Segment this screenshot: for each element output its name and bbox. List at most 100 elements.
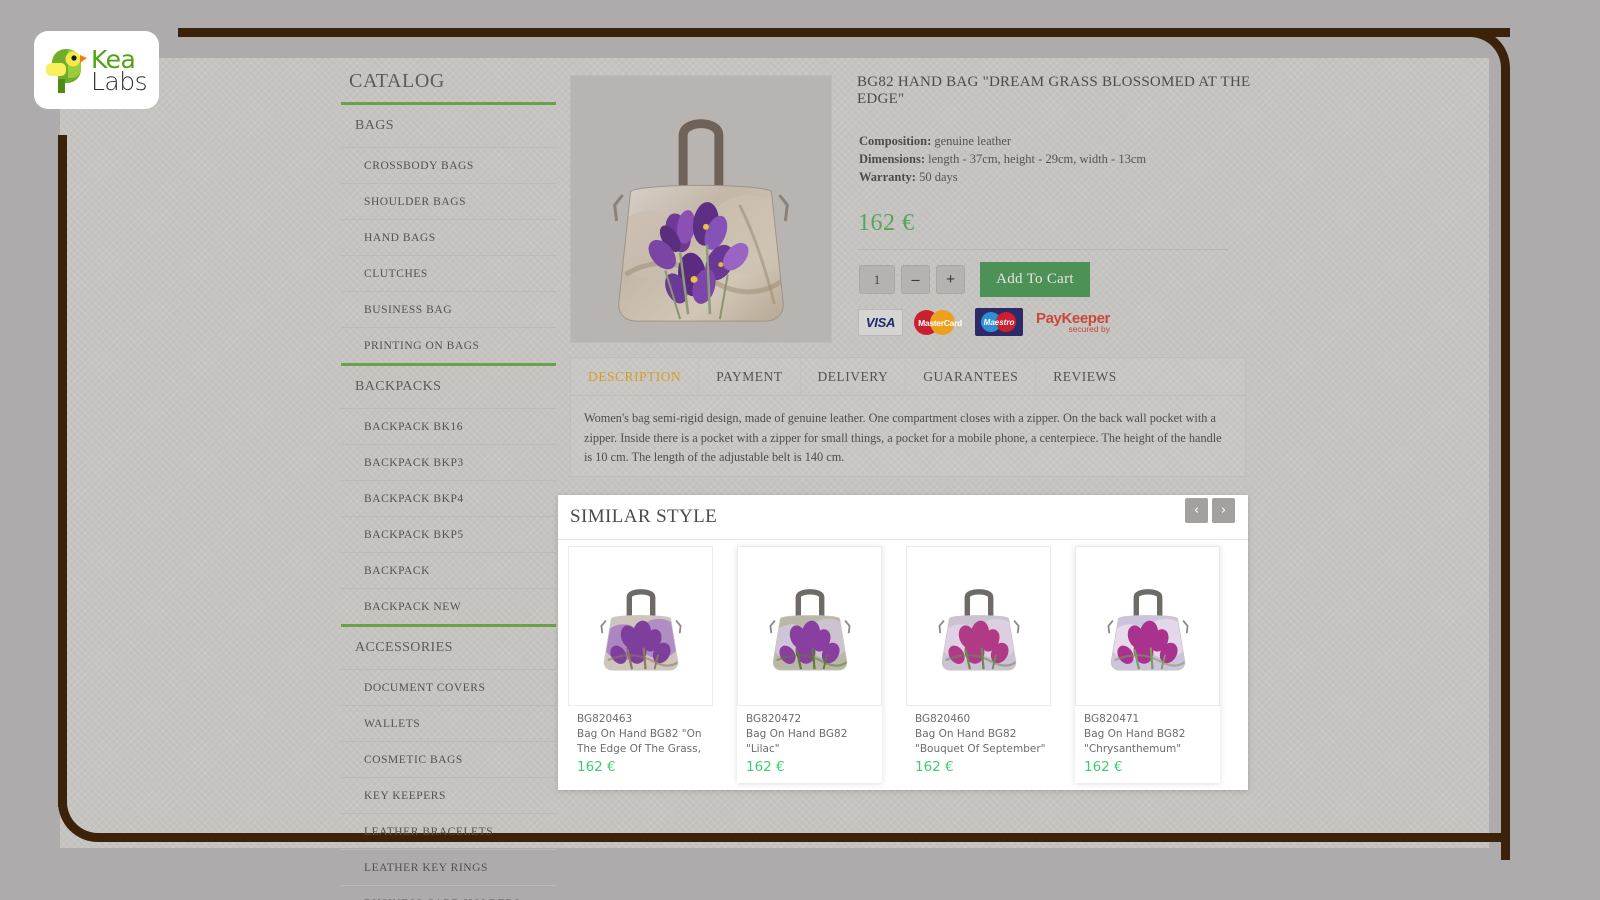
- product-main-image: [571, 76, 831, 342]
- product-image-gallery[interactable]: [570, 75, 832, 343]
- logo-text-labs: Labs: [91, 66, 148, 96]
- product-price: 162 €: [858, 210, 915, 236]
- quantity-decrement-button[interactable]: –: [901, 265, 930, 294]
- spec-label: Dimensions:: [859, 152, 925, 166]
- sidebar-item-business-card-holders[interactable]: BUSINESS CARD HOLDERS: [341, 886, 556, 900]
- similar-card-price: 162 €: [915, 759, 954, 775]
- site-logo[interactable]: Kea Labs: [34, 31, 159, 109]
- mastercard-label: MasterCard: [918, 317, 962, 328]
- maestro-icon: Maestro: [975, 308, 1023, 336]
- similar-card-sku: BG820472: [746, 713, 802, 725]
- sidebar-group-backpacks[interactable]: BACKPACKS: [341, 366, 556, 409]
- carousel-navigation: ‹ ›: [1185, 498, 1235, 523]
- paykeeper-icon: PayKeeper secured by: [1036, 311, 1110, 334]
- similar-card-meta: BG820463 Bag On Hand BG82 "On The Edge Of…: [568, 706, 713, 783]
- tab-description[interactable]: DESCRIPTION: [571, 358, 700, 395]
- sidebar-item-cosmetic-bags[interactable]: COSMETIC BAGS: [341, 742, 556, 778]
- sidebar-item-hand-bags[interactable]: HAND BAGS: [341, 220, 556, 256]
- similar-style-header: SIMILAR STYLE ‹ ›: [558, 495, 1248, 540]
- sidebar-item-leather-bracelets[interactable]: LEATHER BRACELETS: [341, 814, 556, 850]
- carousel-prev-button[interactable]: ‹: [1185, 498, 1208, 523]
- sidebar-item-backpack-new[interactable]: BACKPACK NEW: [341, 589, 556, 627]
- sidebar-item-backpack-bkp4[interactable]: BACKPACK BKP4: [341, 481, 556, 517]
- similar-card[interactable]: BG820472 Bag On Hand BG82 "Lilac" 162 €: [737, 546, 882, 783]
- parrot-logo-icon: [46, 49, 87, 93]
- similar-card[interactable]: BG820471 Bag On Hand BG82 "Chrysanthemum"…: [1075, 546, 1220, 783]
- sidebar-item-backpack[interactable]: BACKPACK: [341, 553, 556, 589]
- sidebar-item-document-covers[interactable]: DOCUMENT COVERS: [341, 670, 556, 706]
- similar-card-name[interactable]: Bag On Hand BG82 "On The Edge Of The Gra…: [577, 727, 710, 756]
- spec-row: Dimensions: length - 37cm, height - 29cm…: [859, 150, 1249, 168]
- similar-card-sku: BG820463: [577, 713, 633, 725]
- spec-value: genuine leather: [931, 134, 1012, 148]
- sidebar-item-clutches[interactable]: CLUTCHES: [341, 256, 556, 292]
- catalog-sidebar: CATALOG BAGS CROSSBODY BAGS SHOULDER BAGS H…: [341, 60, 556, 900]
- similar-card-sku: BG820460: [915, 713, 971, 725]
- sidebar-item-business-bag[interactable]: BUSINESS BAG: [341, 292, 556, 328]
- payment-methods: VISA MasterCard Maestro PayKeeper secure…: [858, 308, 1110, 336]
- logo-wordmark: Kea Labs: [91, 47, 148, 96]
- similar-style-title: SIMILAR STYLE: [570, 506, 718, 527]
- sidebar-item-backpack-bk16[interactable]: BACKPACK BK16: [341, 409, 556, 445]
- frame-right-border: [1501, 100, 1510, 860]
- similar-card[interactable]: BG820463 Bag On Hand BG82 "On The Edge Of…: [568, 546, 713, 783]
- spec-label: Composition:: [859, 134, 932, 148]
- catalog-title: CATALOG: [341, 60, 556, 105]
- frame-corner-top-right: [1428, 28, 1510, 108]
- product-info-tabs: DESCRIPTION PAYMENT DELIVERY GUARANTEES REVI…: [570, 357, 1246, 477]
- tab-reviews[interactable]: REVIEWS: [1036, 358, 1134, 395]
- add-to-cart-button[interactable]: Add To Cart: [980, 262, 1090, 297]
- similar-card-price: 162 €: [746, 759, 785, 775]
- spec-label: Warranty:: [859, 170, 916, 184]
- carousel-next-button[interactable]: ›: [1212, 498, 1235, 523]
- spec-row: Composition: genuine leather: [859, 132, 1249, 150]
- similar-card-image: [737, 546, 882, 706]
- similar-card-sku: BG820471: [1084, 713, 1140, 725]
- quantity-stepper[interactable]: 1 – +: [859, 265, 965, 294]
- quantity-increment-button[interactable]: +: [936, 265, 965, 294]
- sidebar-group-accessories[interactable]: ACCESSORIES: [341, 627, 556, 670]
- similar-card-price: 162 €: [1084, 759, 1123, 775]
- similar-card-meta: BG820471 Bag On Hand BG82 "Chrysanthemum"…: [1075, 706, 1220, 783]
- spec-value: 50 days: [915, 170, 958, 184]
- similar-style-section: SIMILAR STYLE ‹ › BG820463 Bag On Hand BG…: [558, 495, 1248, 790]
- maestro-label: Maestro: [983, 318, 1015, 327]
- product-specifications: Composition: genuine leather Dimensions: …: [859, 132, 1249, 186]
- product-title: BG82 HAND BAG "DREAM GRASS BLOSSOMED AT …: [857, 74, 1251, 107]
- sidebar-item-wallets[interactable]: WALLETS: [341, 706, 556, 742]
- visa-icon: VISA: [858, 308, 903, 336]
- similar-card-meta: BG820472 Bag On Hand BG82 "Lilac" 162 €: [737, 706, 882, 783]
- similar-card-image: [906, 546, 1051, 706]
- sidebar-item-shoulder-bags[interactable]: SHOULDER BAGS: [341, 184, 556, 220]
- sidebar-groups: BAGS CROSSBODY BAGS SHOULDER BAGS HAND BAGS…: [341, 105, 556, 900]
- frame-top-border: [178, 28, 1510, 37]
- tab-panel-description: Women's bag semi-rigid design, made of g…: [584, 411, 1222, 464]
- frame-left-border: [58, 135, 67, 807]
- similar-card-name[interactable]: Bag On Hand BG82 "Lilac": [746, 727, 879, 756]
- sidebar-item-printing-on-bags[interactable]: PRINTING ON BAGS: [341, 328, 556, 366]
- similar-card-image: [1075, 546, 1220, 706]
- spec-value: length - 37cm, height - 29cm, width - 13…: [924, 152, 1147, 166]
- price-divider: [858, 249, 1228, 250]
- spec-row: Warranty: 50 days: [859, 168, 1249, 186]
- page-root: Kea Labs CATALOG BAGS CROSSBODY BAGS SHOUL…: [0, 0, 1600, 900]
- similar-card-price: 162 €: [577, 759, 616, 775]
- sidebar-item-backpack-bkp5[interactable]: BACKPACK BKP5: [341, 517, 556, 553]
- similar-card-name[interactable]: Bag On Hand BG82 "Chrysanthemum": [1084, 727, 1217, 756]
- sidebar-group-bags[interactable]: BAGS: [341, 105, 556, 148]
- similar-card[interactable]: BG820460 Bag On Hand BG82 "Bouquet Of Sep…: [906, 546, 1051, 783]
- sidebar-item-leather-key-rings[interactable]: LEATHER KEY RINGS: [341, 850, 556, 886]
- sidebar-item-crossbody-bags[interactable]: CROSSBODY BAGS: [341, 148, 556, 184]
- sidebar-item-key-keepers[interactable]: KEY KEEPERS: [341, 778, 556, 814]
- tab-guarantees[interactable]: GUARANTEES: [906, 358, 1037, 395]
- tab-list: DESCRIPTION PAYMENT DELIVERY GUARANTEES REVI…: [571, 358, 1245, 396]
- quantity-input[interactable]: 1: [859, 265, 895, 294]
- tab-delivery[interactable]: DELIVERY: [801, 358, 907, 395]
- similar-card-meta: BG820460 Bag On Hand BG82 "Bouquet Of Sep…: [906, 706, 1051, 783]
- similar-card-image: [568, 546, 713, 706]
- frame-bottom-border: [130, 833, 1510, 842]
- similar-card-name[interactable]: Bag On Hand BG82 "Bouquet Of September": [915, 727, 1048, 756]
- sidebar-item-backpack-bkp3[interactable]: BACKPACK BKP3: [341, 445, 556, 481]
- mastercard-icon: MasterCard: [912, 309, 966, 336]
- tab-payment[interactable]: PAYMENT: [699, 358, 801, 395]
